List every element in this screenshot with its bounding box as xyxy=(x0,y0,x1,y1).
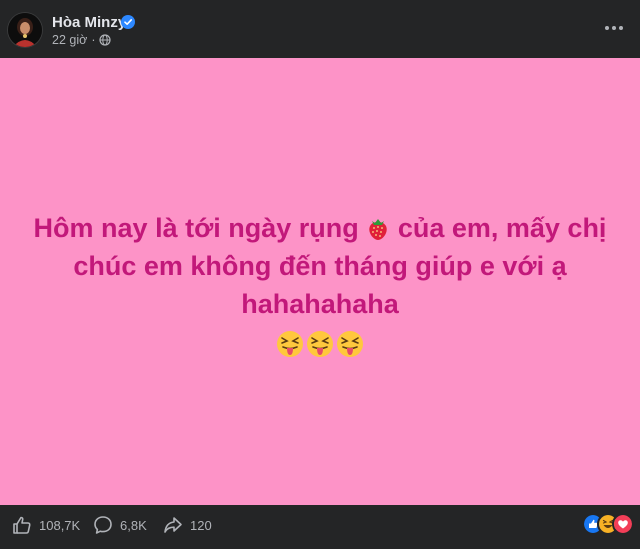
love-reaction-icon xyxy=(614,515,632,533)
comment-button[interactable]: 6,8K xyxy=(93,515,147,535)
share-icon xyxy=(164,517,182,533)
verified-badge-icon xyxy=(121,15,135,29)
share-button[interactable]: 120 xyxy=(163,515,212,535)
comment-count: 6,8K xyxy=(120,517,147,533)
emoji-line xyxy=(20,323,620,361)
author-name[interactable]: Hòa Minzy xyxy=(52,14,126,31)
thumbs-up-icon xyxy=(13,516,31,534)
comment-icon xyxy=(94,516,112,534)
reaction-summary[interactable] xyxy=(584,515,632,533)
text-line-3: hahahahaha xyxy=(241,288,399,319)
text-line-2: chúc em không đến tháng giúp e với ạ xyxy=(73,250,567,281)
share-count: 120 xyxy=(190,517,212,533)
strawberry-icon xyxy=(369,218,388,240)
like-button[interactable]: 108,7K xyxy=(12,515,80,535)
avatar[interactable] xyxy=(8,13,42,47)
post-text: Hôm nay là tới ngày rụng của em, mấy chị… xyxy=(20,209,620,361)
like-count: 108,7K xyxy=(39,517,81,533)
squinting-tongue-icon xyxy=(277,330,303,357)
squinting-tongue-icon xyxy=(307,330,333,357)
meta-separator: · xyxy=(91,33,96,47)
text-line-1b: của em, mấy chị xyxy=(397,212,607,243)
post-header: Hòa Minzy 22 giờ · xyxy=(0,0,640,58)
more-options-icon[interactable] xyxy=(602,18,626,38)
post-meta: 22 giờ · xyxy=(52,33,112,47)
globe-icon xyxy=(99,34,112,46)
post-content: Hôm nay là tới ngày rụng của em, mấy chị… xyxy=(0,58,640,505)
post-actions: 108,7K 6,8K 120 xyxy=(0,505,640,549)
post-time[interactable]: 22 giờ xyxy=(52,33,87,47)
text-line-1a: Hôm nay là tới ngày rụng xyxy=(33,212,359,243)
squinting-tongue-icon xyxy=(337,330,363,357)
